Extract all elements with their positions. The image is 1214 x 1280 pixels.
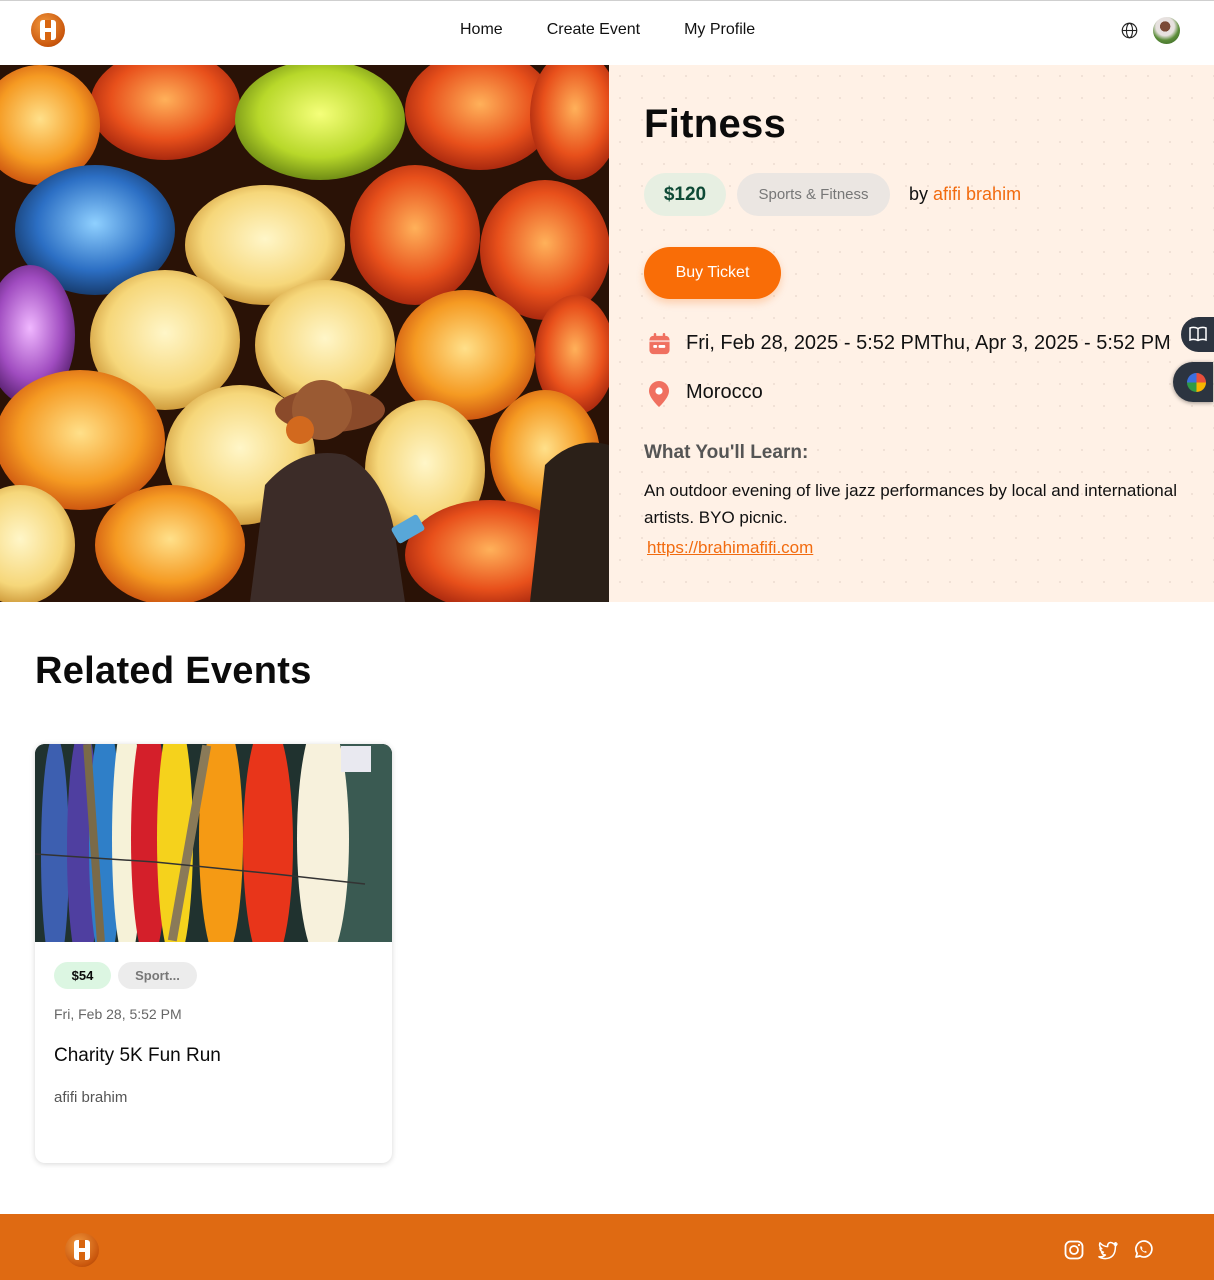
related-event-author: afifi brahim [54, 1089, 128, 1106]
instagram-icon[interactable] [1064, 1240, 1084, 1260]
extension-side-tab[interactable] [1173, 362, 1213, 402]
event-title: Fitness [644, 102, 787, 146]
event-website-link[interactable]: https://brahimafifi.com [647, 538, 813, 558]
related-event-title[interactable]: Charity 5K Fun Run [54, 1045, 221, 1067]
related-event-card[interactable]: $54 Sport... Fri, Feb 28, 5:52 PM Charit… [35, 744, 392, 1163]
whatsapp-icon[interactable] [1133, 1240, 1153, 1260]
event-location: Morocco [686, 381, 763, 403]
top-navbar: Home Create Event My Profile [0, 1, 1214, 65]
event-description: An outdoor evening of live jazz performa… [644, 481, 1177, 527]
related-event-date: Fri, Feb 28, 5:52 PM [54, 1006, 182, 1022]
event-category-badge: Sports & Fitness [737, 173, 890, 216]
event-date-range: Fri, Feb 28, 2025 - 5:52 PMThu, Apr 3, 2… [686, 332, 1171, 354]
brand-logo[interactable] [31, 13, 65, 47]
event-byline: by afifi brahim [909, 184, 1021, 205]
globe-icon[interactable] [1121, 22, 1138, 39]
twitter-icon[interactable] [1098, 1240, 1118, 1260]
color-ball-icon [1187, 373, 1206, 392]
related-event-image [35, 744, 392, 942]
main-nav: Home Create Event My Profile [460, 20, 799, 40]
reader-side-tab[interactable] [1181, 317, 1214, 352]
lanterns-photo [0, 65, 609, 602]
site-footer [0, 1214, 1214, 1280]
user-avatar[interactable] [1153, 17, 1180, 44]
related-event-price: $54 [54, 962, 111, 989]
nav-home[interactable]: Home [460, 20, 503, 40]
by-prefix: by [909, 184, 929, 204]
nav-create-event[interactable]: Create Event [547, 20, 640, 40]
event-author-link[interactable]: afifi brahim [933, 184, 1021, 204]
related-events-heading: Related Events [35, 650, 312, 692]
calendar-icon [649, 332, 670, 355]
learn-heading: What You'll Learn: [644, 442, 809, 463]
footer-logo[interactable] [65, 1233, 99, 1267]
related-event-category: Sport... [118, 962, 197, 989]
surfboards-photo [35, 744, 392, 942]
location-pin-icon [649, 381, 669, 407]
buy-ticket-button[interactable]: Buy Ticket [644, 247, 781, 299]
event-image [0, 65, 609, 602]
book-icon [1189, 326, 1207, 342]
event-price-badge: $120 [644, 173, 726, 216]
nav-my-profile[interactable]: My Profile [684, 20, 755, 40]
